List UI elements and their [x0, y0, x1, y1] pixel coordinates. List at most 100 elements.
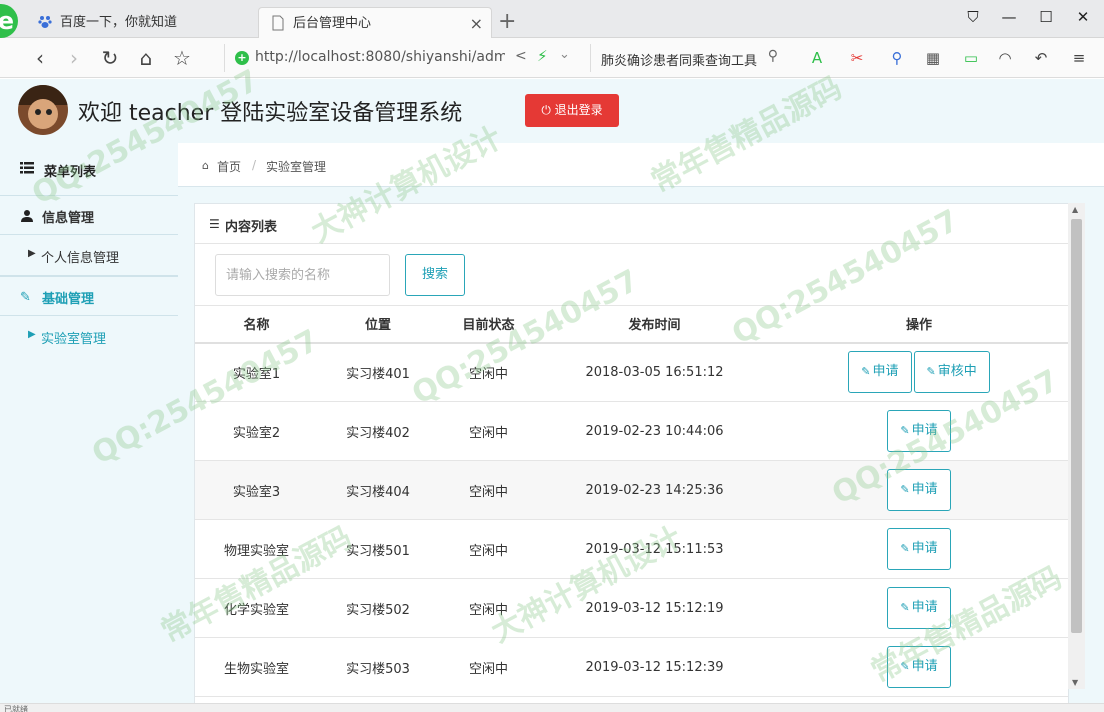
new-tab-icon[interactable]: +: [498, 8, 516, 36]
table-row: 实验室3 实习楼404 空闲中 2019-02-23 14:25:36 ✎ 申请: [195, 460, 1068, 520]
star-icon[interactable]: ☆: [168, 44, 196, 72]
cell-status: 空闲中: [438, 460, 539, 520]
scroll-up-icon[interactable]: ▲: [1072, 205, 1078, 214]
table-row: 实验室2 实习楼402 空闲中 2019-02-23 10:44:06 ✎ 申请: [195, 401, 1068, 461]
apply-button[interactable]: ✎ 申请: [887, 587, 951, 629]
edit-icon: ✎: [900, 542, 910, 555]
sidebar-item-labs[interactable]: ▶ 实验室管理: [0, 317, 178, 357]
apply-button[interactable]: ✎ 申请: [887, 528, 951, 570]
cell-location: 实习楼503: [318, 637, 438, 697]
chevron-down-icon[interactable]: ⌄: [559, 47, 570, 62]
browser-search-box[interactable]: 肺炎确诊患者同乘查询工具 ⚲: [590, 44, 782, 72]
cell-name: 物理实验室: [195, 519, 318, 579]
sidebar-group-basic[interactable]: ✎ 基础管理: [0, 276, 178, 316]
tab-label: 百度一下，你就知道: [60, 15, 178, 30]
cell-time: 2019-03-12 15:12:39: [539, 637, 770, 697]
tab-label: 后台管理中心: [293, 16, 372, 31]
avatar: [18, 85, 68, 135]
magnifier-icon[interactable]: ⚲: [886, 47, 908, 69]
close-tab-icon[interactable]: ×: [470, 8, 483, 39]
share-icon[interactable]: <: [515, 48, 527, 64]
apply-button[interactable]: ✎ 申请: [887, 469, 951, 511]
col-header-actions: 操作: [770, 305, 1068, 344]
search-input[interactable]: [215, 254, 390, 296]
breadcrumb-separator: /: [252, 158, 257, 172]
skin-icon[interactable]: ⛉: [958, 8, 988, 26]
headphones-icon[interactable]: ◠: [994, 47, 1016, 69]
url-box[interactable]: + http://localhost:8080/shiyanshi/admi <…: [224, 44, 584, 72]
scroll-down-icon[interactable]: ▼: [1072, 678, 1078, 687]
browser-tab-admin[interactable]: 后台管理中心 ×: [258, 7, 492, 38]
sidebar-group-info[interactable]: 信息管理: [0, 195, 178, 235]
col-header-status[interactable]: 目前状态: [438, 305, 539, 344]
maximize-icon[interactable]: ☐: [1031, 8, 1061, 26]
page: 欢迎 teacher 登陆实验室设备管理系统 ⏻ 退出登录 菜单列表 信息管理 …: [0, 79, 1104, 712]
cell-location: 实习楼502: [318, 578, 438, 638]
cell-status: 空闲中: [438, 578, 539, 638]
cell-status: 空闲中: [438, 401, 539, 461]
cell-name: 实验室2: [195, 401, 318, 461]
status-text: 已就绪: [4, 705, 28, 712]
main-area: ☰ 内容列表 搜索 名称 位置 目前状态 发布时间 操作: [178, 186, 1104, 712]
table-row: 生物实验室 实习楼503 空闲中 2019-03-12 15:12:39 ✎ 申请: [195, 637, 1068, 697]
breadcrumb-home[interactable]: 首页: [217, 158, 241, 175]
col-header-location[interactable]: 位置: [318, 305, 438, 344]
cell-name: 化学实验室: [195, 578, 318, 638]
cell-actions: ✎ 申请: [770, 637, 1068, 697]
search-icon[interactable]: ⚲: [768, 48, 778, 64]
battery-icon[interactable]: ▭: [960, 47, 982, 69]
apply-button[interactable]: ✎ 申请: [848, 351, 912, 394]
apply-button[interactable]: ✎ 申请: [887, 646, 951, 688]
lightning-icon[interactable]: ⚡: [537, 47, 548, 65]
page-icon: [272, 15, 284, 31]
scrollbar-thumb[interactable]: [1071, 219, 1082, 633]
search-button[interactable]: 搜索: [405, 254, 465, 296]
browser-tab-baidu[interactable]: 百度一下，你就知道: [26, 7, 252, 38]
panel-title: ☰ 内容列表: [195, 204, 1068, 244]
apply-button[interactable]: ✎ 申请: [887, 410, 951, 452]
cell-time: 2019-02-23 10:44:06: [539, 401, 770, 461]
cell-actions: ✎ 申请 ✎ 审核中: [770, 342, 1068, 402]
cell-status: 空闲中: [438, 519, 539, 579]
forward-icon[interactable]: ›: [60, 44, 88, 72]
logout-label: 退出登录: [554, 103, 603, 117]
close-window-icon[interactable]: ✕: [1068, 8, 1098, 26]
logout-button[interactable]: ⏻ 退出登录: [525, 94, 619, 127]
menu-icon[interactable]: ≡: [1068, 47, 1090, 69]
page-header: 欢迎 teacher 登陆实验室设备管理系统 ⏻ 退出登录: [0, 79, 1104, 143]
cell-time: 2019-02-23 14:25:36: [539, 460, 770, 520]
table-header-row: 名称 位置 目前状态 发布时间 操作: [195, 305, 1068, 344]
minimize-icon[interactable]: —: [994, 8, 1024, 26]
sidebar-item-profile[interactable]: ▶ 个人信息管理: [0, 236, 178, 276]
col-header-name[interactable]: 名称: [195, 305, 318, 344]
paw-icon: [38, 16, 52, 28]
breadcrumb-current: 实验室管理: [266, 160, 327, 174]
vertical-scrollbar[interactable]: ▲ ▼: [1068, 203, 1085, 689]
cell-time: 2019-03-12 15:11:53: [539, 519, 770, 579]
home-icon[interactable]: ⌂: [132, 44, 160, 72]
cell-name: 实验室3: [195, 460, 318, 520]
back-icon[interactable]: ‹: [26, 44, 54, 72]
col-header-time[interactable]: 发布时间: [539, 305, 770, 344]
apps-icon[interactable]: ▦: [922, 47, 944, 69]
cell-status: 空闲中: [438, 637, 539, 697]
reviewing-button[interactable]: ✎ 审核中: [913, 351, 990, 394]
power-icon: ⏻: [541, 103, 555, 117]
secure-shield-icon: +: [235, 51, 249, 65]
edit-icon: ✎: [900, 424, 910, 437]
undo-icon[interactable]: ↶: [1030, 47, 1052, 69]
cell-time: 2018-03-05 16:51:12: [539, 342, 770, 402]
status-bar: 已就绪: [0, 703, 1104, 712]
refresh-icon[interactable]: ↻: [96, 44, 124, 72]
search-text[interactable]: 肺炎确诊患者同乘查询工具: [601, 50, 761, 69]
translate-icon[interactable]: A: [806, 47, 828, 69]
scissors-icon[interactable]: ✂: [846, 47, 868, 69]
cell-location: 实习楼401: [318, 342, 438, 402]
cell-actions: ✎ 申请: [770, 578, 1068, 638]
url-text[interactable]: http://localhost:8080/shiyanshi/admi: [255, 49, 505, 65]
cell-status: 空闲中: [438, 342, 539, 402]
edit-icon: ✎: [900, 483, 910, 496]
list-icon: [20, 162, 34, 174]
cell-location: 实习楼501: [318, 519, 438, 579]
edit-icon: ✎: [861, 365, 871, 379]
